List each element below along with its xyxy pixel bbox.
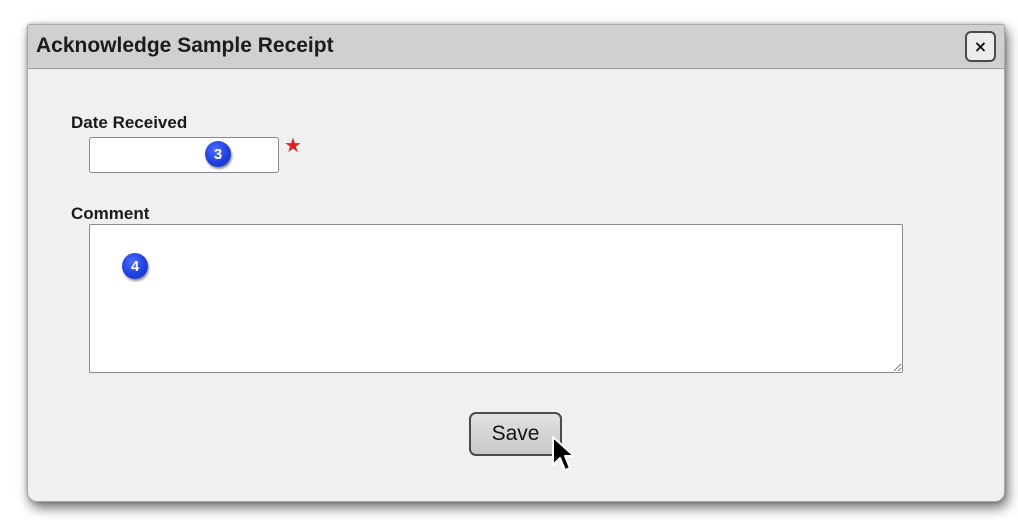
close-icon: × [973, 37, 988, 56]
acknowledge-sample-receipt-dialog: Acknowledge Sample Receipt × Date Receiv… [27, 24, 1005, 502]
comment-textarea[interactable] [89, 224, 903, 373]
comment-label: Comment [71, 204, 150, 223]
callout-badge-4: 4 [122, 253, 148, 279]
required-star-icon: ★ [284, 133, 302, 157]
date-received-input[interactable] [89, 137, 279, 173]
save-button[interactable]: Save [469, 412, 562, 456]
close-button[interactable]: × [965, 31, 996, 62]
mouse-pointer-icon [552, 436, 575, 471]
dialog-titlebar: Acknowledge Sample Receipt × [28, 25, 1004, 69]
dialog-title: Acknowledge Sample Receipt [36, 34, 334, 57]
date-received-label: Date Received [71, 113, 188, 132]
callout-badge-3: 3 [205, 141, 231, 167]
